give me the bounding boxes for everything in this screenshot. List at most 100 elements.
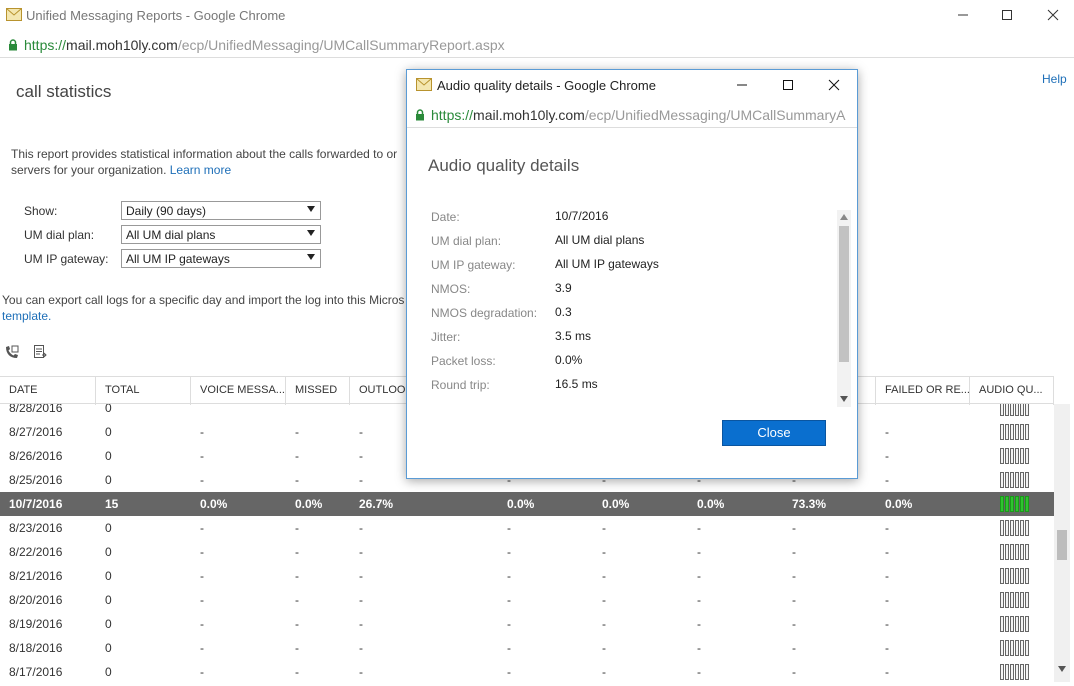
quality-bar [1000, 472, 1004, 488]
column-audio-quality[interactable]: AUDIO QU... [970, 377, 1054, 405]
table-cell: - [885, 641, 889, 655]
details-scrollbar[interactable] [837, 210, 851, 407]
scroll-down-icon[interactable] [840, 396, 848, 402]
table-row[interactable]: 8/20/2016 0 - - - - - - - - [0, 588, 1054, 612]
audio-quality-bars[interactable] [1000, 640, 1029, 656]
window-title-bar: Unified Messaging Reports - Google Chrom… [0, 0, 1074, 32]
audio-quality-bars[interactable] [1000, 520, 1029, 536]
table-cell: - [295, 425, 299, 439]
learn-more-link[interactable]: Learn more [170, 163, 231, 177]
detail-value: 16.5 ms [555, 377, 598, 391]
address-bar[interactable]: https://mail.moh10ly.com/ecp/UnifiedMess… [0, 32, 1074, 58]
table-cell: - [792, 593, 796, 607]
table-row[interactable]: 8/18/2016 0 - - - - - - - - [0, 636, 1054, 660]
quality-bar [1010, 568, 1014, 584]
audio-quality-bars[interactable] [1000, 472, 1029, 488]
help-link[interactable]: Help [1042, 72, 1067, 86]
ip-gateway-select[interactable]: All UM IP gateways [121, 249, 321, 268]
quality-bar [1010, 544, 1014, 560]
table-cell: - [295, 545, 299, 559]
quality-bar [1020, 472, 1024, 488]
scrollbar-thumb[interactable] [1057, 530, 1067, 560]
maximize-icon[interactable] [992, 4, 1022, 26]
quality-bar [1020, 496, 1024, 512]
table-cell: - [200, 593, 204, 607]
table-cell: 0 [105, 617, 112, 631]
dialog-url-text: https://mail.moh10ly.com/ecp/UnifiedMess… [431, 107, 846, 123]
column-voice-messages[interactable]: VOICE MESSA... [191, 377, 286, 405]
minimize-icon[interactable] [727, 74, 757, 96]
dialog-address-bar[interactable]: https://mail.moh10ly.com/ecp/UnifiedMess… [407, 102, 857, 128]
quality-bar [1010, 424, 1014, 440]
table-cell: 73.3% [792, 497, 827, 511]
show-select[interactable]: Daily (90 days) [121, 201, 321, 220]
table-cell: - [200, 569, 204, 583]
audio-quality-bars[interactable] [1000, 592, 1029, 608]
table-cell: 0 [105, 449, 112, 463]
table-row[interactable]: 8/23/2016 0 - - - - - - - - [0, 516, 1054, 540]
audio-quality-bars[interactable] [1000, 404, 1029, 416]
table-cell: - [295, 521, 299, 535]
quality-bar [1020, 544, 1024, 560]
table-row[interactable]: 8/19/2016 0 - - - - - - - - [0, 612, 1054, 636]
table-cell: 0.0% [507, 497, 535, 511]
quality-bar [1005, 424, 1009, 440]
detail-row: Jitter: 3.5 ms [407, 326, 837, 350]
close-button[interactable]: Close [722, 420, 826, 446]
table-cell: - [885, 545, 889, 559]
table-scrollbar[interactable] [1054, 404, 1070, 682]
quality-bar [1020, 448, 1024, 464]
column-date[interactable]: DATE [0, 377, 96, 405]
table-cell: 8/25/2016 [9, 473, 63, 487]
table-cell: 0.0% [602, 497, 630, 511]
phone-log-icon[interactable] [4, 344, 20, 360]
audio-quality-bars[interactable] [1000, 424, 1029, 440]
dial-plan-select[interactable]: All UM dial plans [121, 225, 321, 244]
table-cell: 8/23/2016 [9, 521, 63, 535]
minimize-icon[interactable] [948, 4, 978, 26]
scroll-down-icon[interactable] [1058, 666, 1066, 672]
table-row[interactable]: 8/21/2016 0 - - - - - - - - [0, 564, 1054, 588]
scrollbar-thumb[interactable] [839, 226, 849, 362]
export-document-icon[interactable] [32, 344, 48, 360]
audio-quality-bars[interactable] [1000, 496, 1029, 512]
audio-quality-bars[interactable] [1000, 568, 1029, 584]
audio-quality-bars[interactable] [1000, 544, 1029, 560]
detail-label: NMOS degradation: [431, 306, 538, 320]
table-cell: 0 [105, 593, 112, 607]
table-cell: - [885, 617, 889, 631]
template-link[interactable]: template. [2, 309, 51, 323]
maximize-icon[interactable] [773, 74, 803, 96]
detail-row: Round trip: 16.5 ms [407, 374, 837, 398]
table-cell: - [359, 593, 363, 607]
detail-value: All UM IP gateways [555, 257, 659, 271]
detail-label: NMOS: [431, 282, 471, 296]
column-missed[interactable]: MISSED [286, 377, 350, 405]
quality-bar [1005, 568, 1009, 584]
table-cell: 0 [105, 425, 112, 439]
quality-bar [1010, 640, 1014, 656]
quality-bar [1000, 664, 1004, 680]
table-cell: - [200, 449, 204, 463]
column-total[interactable]: TOTAL [96, 377, 191, 405]
detail-label: Jitter: [431, 330, 461, 344]
table-row[interactable]: 8/22/2016 0 - - - - - - - - [0, 540, 1054, 564]
close-icon[interactable] [819, 74, 849, 96]
detail-row: UM IP gateway: All UM IP gateways [407, 254, 837, 278]
table-cell: - [359, 641, 363, 655]
table-row[interactable]: 8/17/2016 0 - - - - - - - - [0, 660, 1054, 682]
close-icon[interactable] [1038, 4, 1068, 26]
audio-quality-bars[interactable] [1000, 664, 1029, 680]
table-row[interactable]: 10/7/2016 15 0.0% 0.0% 26.7% 0.0% 0.0% 0.0% 73.3… [0, 492, 1054, 516]
mail-icon [416, 78, 432, 91]
table-cell: - [359, 545, 363, 559]
column-failed-or-rejected[interactable]: FAILED OR RE... [876, 377, 970, 405]
toolbar [4, 344, 48, 365]
table-cell [191, 404, 200, 420]
audio-quality-bars[interactable] [1000, 616, 1029, 632]
quality-bar [1025, 520, 1029, 536]
scroll-up-icon[interactable] [840, 214, 848, 220]
audio-quality-bars[interactable] [1000, 448, 1029, 464]
table-cell: - [359, 617, 363, 631]
table-cell: - [200, 473, 204, 487]
